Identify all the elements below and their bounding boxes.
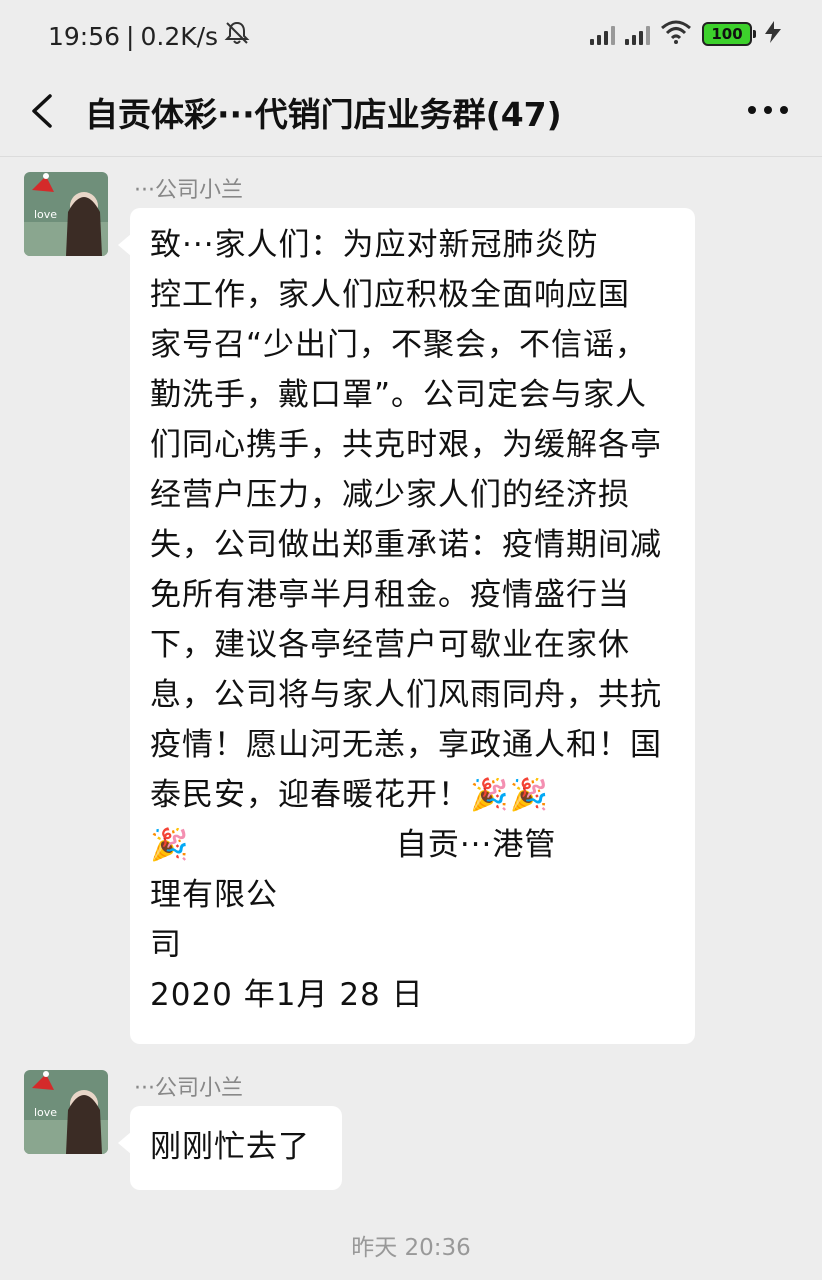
message-bubble[interactable]: 致···家人们：为应对新冠肺炎防 控工作，家人们应积极全面响应国 家号召“少出门…: [118, 208, 695, 1044]
avatar[interactable]: love: [24, 172, 108, 256]
message-item: love ···公司小兰 刚刚忙去了: [0, 1070, 822, 1190]
page-title: 自贡体彩···代销门店业务群(47): [85, 95, 562, 134]
status-bar: 19:56 | 0.2K/s 100: [0, 0, 822, 72]
signal-icon: [625, 23, 650, 45]
wifi-icon: [660, 20, 692, 48]
more-dots-icon[interactable]: [744, 90, 792, 130]
title-bar: 自贡体彩···代销门店业务群(47): [0, 72, 822, 157]
message-bubble[interactable]: 刚刚忙去了: [118, 1106, 342, 1190]
svg-text:love: love: [34, 208, 57, 221]
battery-icon: 100: [702, 22, 756, 46]
mute-icon: [224, 20, 250, 52]
message-item: love ···公司小兰 致···家人们：为应对新冠肺炎防 控工作，家人们应积极…: [0, 172, 822, 1052]
back-chevron-icon[interactable]: [22, 86, 72, 136]
message-text: 刚刚忙去了: [150, 1129, 310, 1165]
message-text: 致···家人们：为应对新冠肺炎防 控工作，家人们应积极全面响应国 家号召“少出门…: [150, 227, 662, 1013]
status-right: 100: [590, 20, 784, 48]
signal-icon: [590, 23, 615, 45]
charging-icon: [762, 20, 784, 48]
status-separator: |: [126, 21, 135, 51]
svg-text:love: love: [34, 1106, 57, 1119]
avatar[interactable]: love: [24, 1070, 108, 1154]
network-speed: 0.2K/s: [140, 21, 219, 51]
status-time: 19:56: [48, 21, 121, 51]
sender-name: ···公司小兰: [134, 178, 243, 203]
time-divider: 昨天 20:36: [351, 1235, 471, 1261]
sender-name: ···公司小兰: [134, 1076, 243, 1101]
status-left: 19:56 | 0.2K/s: [48, 20, 250, 52]
